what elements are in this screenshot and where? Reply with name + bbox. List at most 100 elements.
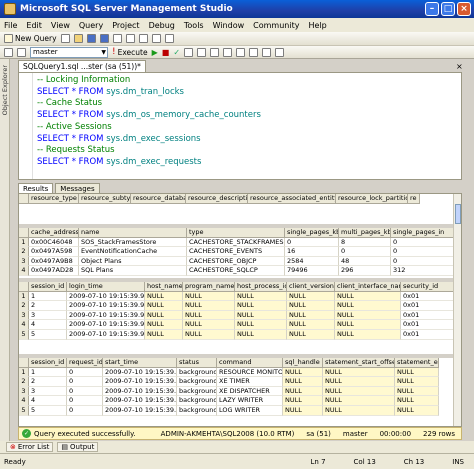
comment-icon[interactable]: [236, 47, 246, 57]
results-to-grid-icon[interactable]: [210, 47, 220, 57]
table-cell[interactable]: 2584: [285, 256, 339, 267]
table-row[interactable]: 4 4 2009-07-10 19:15:39.940 NULL NULL NULL NUL…: [19, 320, 459, 330]
column-header[interactable]: multi_pages_kb: [339, 228, 391, 238]
table-cell[interactable]: 0: [285, 237, 339, 248]
table-row[interactable]: 1 0x00C46048 SOS_StackFramesStore CACHESTOR…: [19, 237, 459, 248]
column-header[interactable]: request_id: [67, 358, 103, 368]
table-cell[interactable]: NULL: [395, 396, 439, 406]
table-cell[interactable]: NULL: [283, 377, 323, 387]
column-header[interactable]: cache_address: [29, 228, 79, 238]
code-line[interactable]: SELECT * FROM sys.dm_exec_sessions: [37, 134, 261, 146]
table-row[interactable]: 3 0x0497A9B8 Object Plans CACHESTORE_OBJCP 2…: [19, 256, 459, 267]
table-cell[interactable]: NULL: [235, 291, 287, 302]
result-grid-requests[interactable]: session_id request_id start_time status comm…: [19, 358, 459, 416]
code-line[interactable]: SELECT * FROM sys.dm_os_memory_cache_cou…: [37, 110, 261, 122]
column-header[interactable]: resource_subtype: [79, 194, 131, 204]
row-number[interactable]: 4: [19, 266, 29, 276]
table-row[interactable]: 5 5 2009-07-10 19:15:39.940 NULL NULL NULL NUL…: [19, 329, 459, 340]
table-cell[interactable]: Object Plans: [79, 256, 187, 267]
table-cell[interactable]: 48: [339, 256, 391, 267]
table-cell[interactable]: NULL: [335, 291, 401, 302]
table-cell[interactable]: 0: [339, 247, 391, 257]
table-cell[interactable]: 2009-07-10 19:15:39.940: [67, 291, 145, 302]
table-cell[interactable]: NULL: [183, 310, 235, 321]
table-cell[interactable]: NULL: [395, 405, 439, 416]
table-cell[interactable]: 2: [29, 301, 67, 311]
column-header[interactable]: host_process_id: [235, 282, 287, 292]
column-header[interactable]: single_pages_in: [391, 228, 455, 238]
table-cell[interactable]: 0x0497A598: [29, 247, 79, 257]
table-cell[interactable]: CACHESTORE_STACKFRAMES: [187, 237, 285, 248]
table-cell[interactable]: XE DISPATCHER: [217, 386, 283, 397]
table-cell[interactable]: NULL: [287, 291, 335, 302]
table-cell[interactable]: NULL: [323, 386, 395, 397]
table-row[interactable]: 2 2 2009-07-10 19:15:39.940 NULL NULL NULL NUL…: [19, 301, 459, 311]
row-number-header[interactable]: [19, 282, 29, 292]
code-line[interactable]: -- Locking Information: [37, 75, 261, 87]
table-cell[interactable]: SQL Plans: [79, 266, 187, 276]
table-cell[interactable]: NULL: [235, 310, 287, 321]
table-cell[interactable]: CACHESTORE_SQLCP: [187, 266, 285, 276]
execute-button[interactable]: ! Execute: [112, 47, 148, 57]
uncomment-icon[interactable]: [249, 47, 259, 57]
display-plan-icon[interactable]: [184, 47, 194, 57]
table-cell[interactable]: NULL: [283, 396, 323, 406]
table-cell[interactable]: 2009-07-10 19:15:39.940: [103, 386, 177, 397]
table-cell[interactable]: background: [177, 377, 217, 387]
table-cell[interactable]: NULL: [283, 405, 323, 416]
table-cell[interactable]: 0: [67, 396, 103, 406]
table-cell[interactable]: LOG WRITER: [217, 405, 283, 416]
code-line[interactable]: SELECT * FROM sys.dm_exec_requests: [37, 157, 261, 169]
row-number[interactable]: 5: [19, 329, 29, 340]
table-cell[interactable]: NULL: [145, 329, 183, 340]
table-cell[interactable]: 0: [67, 367, 103, 378]
table-cell[interactable]: 2009-07-10 19:15:39.940: [67, 310, 145, 321]
table-cell[interactable]: CACHESTORE_OBJCP: [187, 256, 285, 267]
table-cell[interactable]: 8: [339, 237, 391, 248]
object-explorer-icon[interactable]: [125, 34, 135, 43]
column-header[interactable]: resource_database_id: [131, 194, 186, 204]
column-header[interactable]: status: [177, 358, 217, 368]
column-header[interactable]: resource_type: [29, 194, 79, 204]
table-cell[interactable]: XE TIMER: [217, 377, 283, 387]
table-cell[interactable]: 4: [29, 320, 67, 330]
menu-project[interactable]: Project: [112, 21, 139, 30]
column-header[interactable]: resource_associated_entity_id: [248, 194, 336, 204]
table-cell[interactable]: 0x00C46048: [29, 237, 79, 248]
table-cell[interactable]: background: [177, 386, 217, 397]
query-text[interactable]: -- Locking Information SELECT * FROM sys.…: [37, 75, 261, 169]
scrollbar-thumb[interactable]: [455, 204, 461, 224]
column-header[interactable]: single_pages_kb: [285, 228, 339, 238]
table-cell[interactable]: 0: [67, 377, 103, 387]
table-cell[interactable]: 0x01: [401, 291, 455, 302]
registered-servers-icon[interactable]: [112, 34, 122, 43]
menu-debug[interactable]: Debug: [149, 21, 175, 30]
table-cell[interactable]: NULL: [335, 329, 401, 340]
decrease-indent-icon[interactable]: [262, 47, 272, 57]
toolbox-icon[interactable]: [164, 34, 174, 43]
column-header[interactable]: session_id: [29, 358, 67, 368]
table-cell[interactable]: 16: [285, 247, 339, 257]
table-cell[interactable]: CACHESTORE_EVENTS: [187, 247, 285, 257]
table-cell[interactable]: background: [177, 396, 217, 406]
table-cell[interactable]: background: [177, 367, 217, 378]
table-cell[interactable]: NULL: [145, 320, 183, 330]
column-header[interactable]: client_interface_name: [335, 282, 401, 292]
connect-icon[interactable]: [4, 47, 13, 57]
results-pane[interactable]: resource_typeresource_subtyperesource_da…: [18, 193, 462, 427]
table-cell[interactable]: 2009-07-10 19:15:39.940: [103, 367, 177, 378]
row-number[interactable]: 4: [19, 396, 29, 406]
table-row[interactable]: 4 0x0497AD28 SQL Plans CACHESTORE_SQLCP 7949…: [19, 266, 459, 276]
column-header[interactable]: statement_e: [395, 358, 439, 368]
disconnect-icon[interactable]: [17, 47, 26, 57]
table-cell[interactable]: NULL: [323, 377, 395, 387]
table-cell[interactable]: 2: [29, 377, 67, 387]
table-cell[interactable]: 2009-07-10 19:15:39.940: [67, 320, 145, 330]
menu-window[interactable]: Window: [213, 21, 245, 30]
table-cell[interactable]: 2009-07-10 19:15:39.940: [67, 329, 145, 340]
table-cell[interactable]: 2009-07-10 19:15:39.940: [103, 377, 177, 387]
query-editor[interactable]: -- Locking Information SELECT * FROM sys.…: [18, 72, 462, 180]
row-number[interactable]: 2: [19, 377, 29, 387]
column-header[interactable]: sql_handle: [283, 358, 323, 368]
menu-edit[interactable]: Edit: [26, 21, 42, 30]
